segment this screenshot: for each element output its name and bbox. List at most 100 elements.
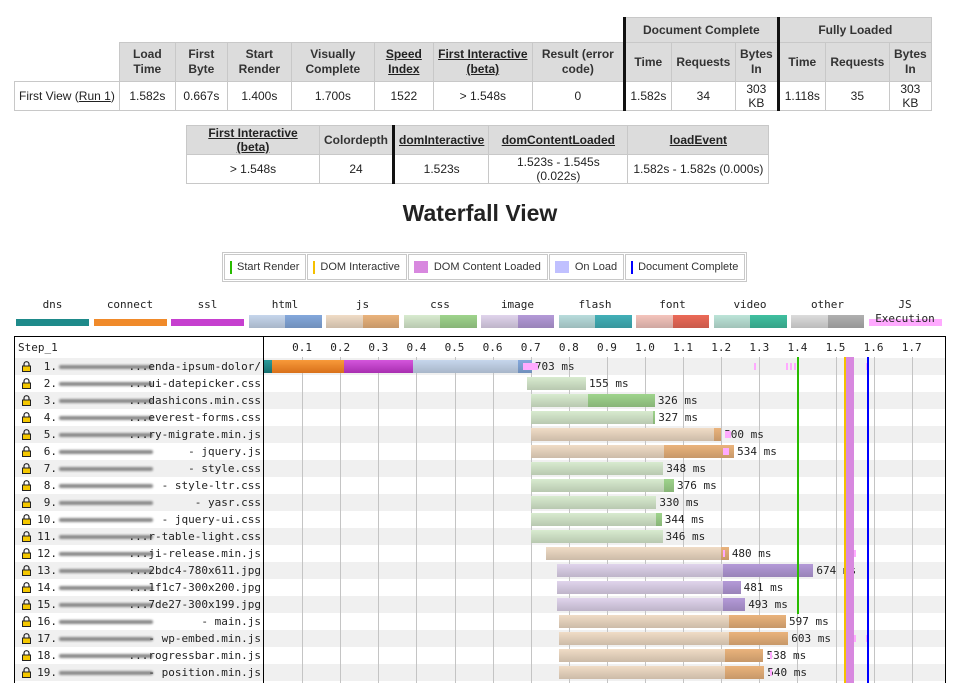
legend-start-render: Start Render <box>224 254 307 280</box>
js-ttfb-bar <box>558 666 725 679</box>
load-time-value: 1.582s <box>118 81 176 111</box>
redacted-host <box>59 518 153 522</box>
x-tick-label: 1.2 <box>711 341 732 354</box>
js-ttfb-bar <box>558 649 725 662</box>
doc-requests-header: Requests <box>670 42 736 82</box>
loadevent-header[interactable]: loadEvent <box>627 125 770 155</box>
first-interactive-link[interactable]: First Interactive (beta) <box>438 47 527 76</box>
start-render-line-icon <box>230 260 232 274</box>
request-item[interactable]: 19. - position.min.js <box>15 664 263 681</box>
x-tick-label: 0.1 <box>292 341 313 354</box>
image-download-bar <box>722 581 741 594</box>
waterfall-title: Waterfall View <box>402 200 558 226</box>
type-legend-flash: flash <box>558 298 632 328</box>
speed-index-link[interactable]: Speed Index <box>386 47 422 76</box>
js-execution-mark <box>785 363 788 370</box>
js-execution-mark <box>789 363 792 370</box>
request-number: 14. <box>37 581 57 594</box>
request-type-legend: dns connect ssl html js css image flash font vide… <box>14 298 944 330</box>
loadevent-link[interactable]: loadEvent <box>670 133 727 147</box>
redacted-host <box>59 671 153 675</box>
summary-table: Document Complete Fully Loaded Load Time… <box>14 17 932 111</box>
request-item[interactable]: 4. ...everest-forms.css <box>15 409 263 426</box>
lock-icon <box>22 412 31 423</box>
full-bytes-value: 303 KB <box>888 81 932 111</box>
request-item[interactable]: 18. ...rogressbar.min.js <box>15 647 263 664</box>
legend-dom-content-loaded: DOM Content Loaded <box>407 254 548 280</box>
type-legend-js-execution: JS Execution <box>868 298 942 326</box>
request-item[interactable]: 14. ...1f1c7-300x200.jpg <box>15 579 263 596</box>
js-download-bar <box>725 649 764 662</box>
first-interactive-beta-link[interactable]: First Interactive (beta) <box>208 126 297 154</box>
request-url: ...7de27-300x199.jpg <box>128 598 261 611</box>
request-url: - main.js <box>201 615 261 628</box>
first-byte-header: First Byte <box>174 42 228 82</box>
x-tick-label: 0.6 <box>482 341 503 354</box>
request-item[interactable]: 12. ...ji-release.min.js <box>15 545 263 562</box>
request-item[interactable]: 15. ...7de27-300x199.jpg <box>15 596 263 613</box>
run-1-link[interactable]: Run 1 <box>79 89 111 103</box>
waterfall-chart: Step_1 1. ...enda-ipsum-dolor/2. ...ui-dat… <box>14 336 946 683</box>
request-item[interactable]: 16. - main.js <box>15 613 263 630</box>
dominteractive-link[interactable]: domInteractive <box>399 133 484 147</box>
duration-label: 344 ms <box>664 513 705 526</box>
type-swatch <box>16 319 89 326</box>
type-legend-image: image <box>481 298 554 328</box>
speed-index-header[interactable]: Speed Index <box>373 42 434 82</box>
dominteractive-header[interactable]: domInteractive <box>391 125 490 155</box>
request-item[interactable]: 5. ...ry-migrate.min.js <box>15 426 263 443</box>
request-url: ...everest-forms.css <box>128 411 261 424</box>
start-render-value: 1.400s <box>226 81 292 111</box>
x-tick-label: 1.4 <box>787 341 808 354</box>
request-number: 18. <box>37 649 57 662</box>
request-item[interactable]: 17. - wp-embed.min.js <box>15 630 263 647</box>
request-item[interactable]: 2. ...ui-datepicker.css <box>15 375 263 392</box>
request-number: 3. <box>43 394 57 407</box>
request-item[interactable]: 7. - style.css <box>15 460 263 477</box>
request-number: 7. <box>43 462 57 475</box>
domcontentloaded-header[interactable]: domContentLoaded <box>488 125 629 155</box>
type-swatch <box>171 319 244 326</box>
request-item[interactable]: 3. ...dashicons.min.css <box>15 392 263 409</box>
lock-icon <box>22 514 31 525</box>
js-ttfb-bar <box>558 615 729 628</box>
duration-label: 376 ms <box>676 479 717 492</box>
request-url: - style-ltr.css <box>161 479 261 492</box>
loadevent-value: 1.582s - 1.582s (0.000s) <box>627 154 770 184</box>
dns-bar <box>264 360 272 373</box>
domcontentloaded-link[interactable]: domContentLoaded <box>502 133 615 147</box>
type-legend-html: html <box>248 298 322 328</box>
request-number: 11. <box>37 530 57 543</box>
request-item[interactable]: 1. ...enda-ipsum-dolor/ <box>15 358 263 375</box>
css-ttfb-bar <box>530 411 653 424</box>
request-item[interactable]: 13. ...2bdc4-780x611.jpg <box>15 562 263 579</box>
duration-label: 155 ms <box>588 377 629 390</box>
js-execution-mark <box>523 363 539 370</box>
js-ttfb-bar <box>545 547 722 560</box>
colordepth-value: 24 <box>319 154 394 184</box>
image-ttfb-bar <box>556 564 723 577</box>
first-interactive-beta-value: > 1.548s <box>186 154 320 184</box>
js-execution-mark <box>769 669 772 676</box>
first-interactive-header[interactable]: First Interactive (beta) <box>432 42 533 82</box>
request-item[interactable]: 6. - jquery.js <box>15 443 263 460</box>
request-item[interactable]: 10. - jquery-ui.css <box>15 511 263 528</box>
duration-label: 540 ms <box>767 666 807 679</box>
request-item[interactable]: 11. ...r-table-light.css <box>15 528 263 545</box>
type-swatch <box>93 319 167 326</box>
x-tick-label: 1.3 <box>749 341 770 354</box>
duration-label: 534 ms <box>737 445 777 458</box>
first-interactive-beta-header[interactable]: First Interactive (beta) <box>186 125 320 155</box>
request-item[interactable]: 9. - yasr.css <box>15 494 263 511</box>
request-number: 12. <box>37 547 57 560</box>
lock-icon <box>22 361 31 372</box>
x-gridline <box>416 357 418 683</box>
lock-icon <box>22 446 31 457</box>
lock-icon <box>22 480 31 491</box>
css-download-bar <box>587 394 655 407</box>
request-url: ...ui-datepicker.css <box>128 377 261 390</box>
lock-icon <box>22 378 31 389</box>
request-item[interactable]: 8. - style-ltr.css <box>15 477 263 494</box>
request-number: 10. <box>37 513 57 526</box>
image-download-bar <box>722 564 814 577</box>
